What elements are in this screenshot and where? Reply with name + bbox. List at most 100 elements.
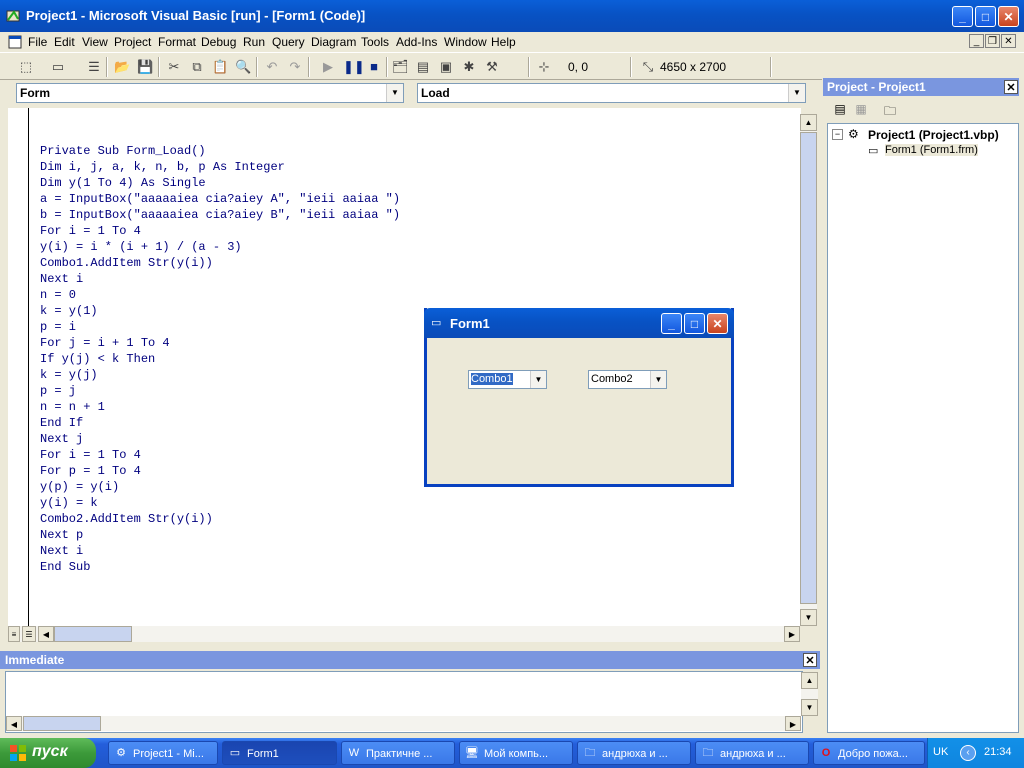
scroll-down-icon[interactable]: ▼ [800,609,817,626]
clock: 21:34 [984,746,1012,758]
close-button[interactable]: ✕ [707,313,728,334]
menu-editor-icon[interactable]: ☰ [86,59,102,75]
form-node[interactable]: Form1 (Form1.frm) [885,144,978,156]
immediate-header[interactable]: Immediate ✕ [0,651,820,669]
chevron-down-icon[interactable]: ▼ [788,84,805,102]
task-my-computer[interactable]: 🖥 Мой компь... [459,741,573,765]
task-practical[interactable]: W Практичне ... [341,741,455,765]
menu-run[interactable]: Run [243,35,265,49]
horizontal-scroll-thumb[interactable] [23,716,101,731]
copy-icon[interactable]: ⧉ [189,59,205,75]
size-readout: 4650 x 2700 [660,60,727,74]
scroll-right-icon[interactable]: ▶ [785,716,801,731]
menu-query[interactable]: Query [272,35,305,49]
view-code-icon[interactable]: ▤ [832,102,848,118]
code-window-icon[interactable] [8,35,22,49]
mdi-minimize-button[interactable]: _ [969,34,984,48]
menu-tools[interactable]: Tools [361,35,389,49]
menu-edit[interactable]: Edit [54,35,75,49]
minimize-button[interactable]: _ [661,313,682,334]
procedure-view-icon[interactable]: ≡ [8,626,20,642]
object-combo[interactable]: Form ▼ [16,83,404,103]
menu-debug[interactable]: Debug [201,35,236,49]
scroll-thumb[interactable] [800,132,817,604]
task-folder-1[interactable]: 🗀 андрюха и ... [577,741,691,765]
object-combo-value: Form [20,86,50,100]
close-icon[interactable]: ✕ [803,653,817,667]
properties-window-icon[interactable]: ▤ [415,59,431,75]
view-object-icon[interactable]: ▦ [853,102,869,118]
combo2[interactable]: Combo2 ▼ [588,370,667,389]
form1-title: Form1 [450,316,490,331]
menu-view[interactable]: View [82,35,108,49]
scroll-left-icon[interactable]: ◀ [38,626,54,642]
close-icon[interactable]: ✕ [1004,80,1018,94]
task-folder-2[interactable]: 🗀 андрюха и ... [695,741,809,765]
paste-icon[interactable]: 📋 [212,59,228,75]
break-icon[interactable]: ❚❚ [343,59,365,75]
code-vertical-scrollbar[interactable]: ▲ ▼ [800,114,817,626]
task-opera[interactable]: O Добро пожа... [813,741,925,765]
project-root-node[interactable]: Project1 (Project1.vbp) [868,128,999,142]
start-icon[interactable]: ▶ [320,59,336,75]
menu-project[interactable]: Project [114,35,151,49]
immediate-horizontal-scrollbar[interactable]: ◀ ▶ [6,716,801,731]
redo-icon[interactable]: ↷ [287,59,303,75]
maximize-button[interactable]: □ [684,313,705,334]
vb-app-icon [5,8,21,24]
chevron-left-icon[interactable]: ‹ [960,745,976,761]
add-form-icon[interactable]: ▭ [50,59,66,75]
menu-window[interactable]: Window [444,35,487,49]
scroll-right-icon[interactable]: ▶ [784,626,800,642]
form-layout-icon[interactable]: ▣ [438,59,454,75]
horizontal-scroll-thumb[interactable] [54,626,132,642]
scroll-up-icon[interactable]: ▲ [801,672,818,689]
end-icon[interactable]: ■ [366,59,382,75]
task-project1[interactable]: ⚙ Project1 - Mi... [108,741,218,765]
add-project-icon[interactable]: ⬚ [18,59,34,75]
maximize-button[interactable]: □ [975,6,996,27]
code-text[interactable]: Private Sub Form_Load() Dim i, j, a, k, … [40,143,400,575]
chevron-down-icon[interactable]: ▼ [650,371,666,388]
object-browser-icon[interactable]: ✱ [461,59,477,75]
project-explorer-icon[interactable]: 🗂 [392,59,409,75]
chevron-down-icon[interactable]: ▼ [386,84,403,102]
vb-app-icon: ⚙ [116,747,126,759]
cut-icon[interactable]: ✂ [166,59,182,75]
scroll-down-icon[interactable]: ▼ [801,699,818,716]
undo-icon[interactable]: ↶ [264,59,280,75]
toggle-folders-icon[interactable]: 🗀 [882,102,898,118]
start-button[interactable]: пуск [0,738,96,768]
minimize-button[interactable]: _ [952,6,973,27]
menu-file[interactable]: File [28,35,47,49]
full-module-view-icon[interactable]: ☰ [22,626,36,642]
menu-add-ins[interactable]: Add-Ins [396,35,437,49]
window-title-bar[interactable]: Project1 - Microsoft Visual Basic [run] … [0,0,1024,32]
immediate-vertical-scrollbar[interactable]: ▲ ▼ [801,672,818,716]
mdi-close-button[interactable]: ✕ [1001,34,1016,48]
collapse-icon[interactable]: − [832,129,843,140]
toolbox-icon[interactable]: ⚒ [484,59,500,75]
form1-title-bar[interactable]: ▭ Form1 _ □ ✕ [424,308,734,338]
menu-diagram[interactable]: Diagram [311,35,356,49]
project-header[interactable]: Project - Project1 ✕ [823,78,1019,96]
scroll-left-icon[interactable]: ◀ [6,716,22,731]
procedure-combo[interactable]: Load ▼ [417,83,806,103]
code-horizontal-scrollbar[interactable]: ≡ ☰ ◀ ▶ [8,626,800,642]
close-button[interactable]: ✕ [998,6,1019,27]
code-margin[interactable] [8,108,29,626]
position-icon: ⊹ [538,59,550,74]
language-indicator[interactable]: UK [933,746,948,758]
open-project-icon[interactable]: 📂 [114,59,130,75]
task-form1[interactable]: ▭ Form1 [222,741,337,765]
menu-help[interactable]: Help [491,35,516,49]
scroll-up-icon[interactable]: ▲ [800,114,817,131]
save-project-icon[interactable]: 💾 [137,59,153,75]
find-icon[interactable]: 🔍 [235,59,251,75]
mdi-restore-button[interactable]: ❐ [985,34,1000,48]
chevron-down-icon[interactable]: ▼ [530,371,546,388]
combo2-value: Combo2 [591,373,633,385]
folder-icon: 🗀 [702,747,714,759]
menu-format[interactable]: Format [158,35,196,49]
combo1[interactable]: Combo1 ▼ [468,370,547,389]
